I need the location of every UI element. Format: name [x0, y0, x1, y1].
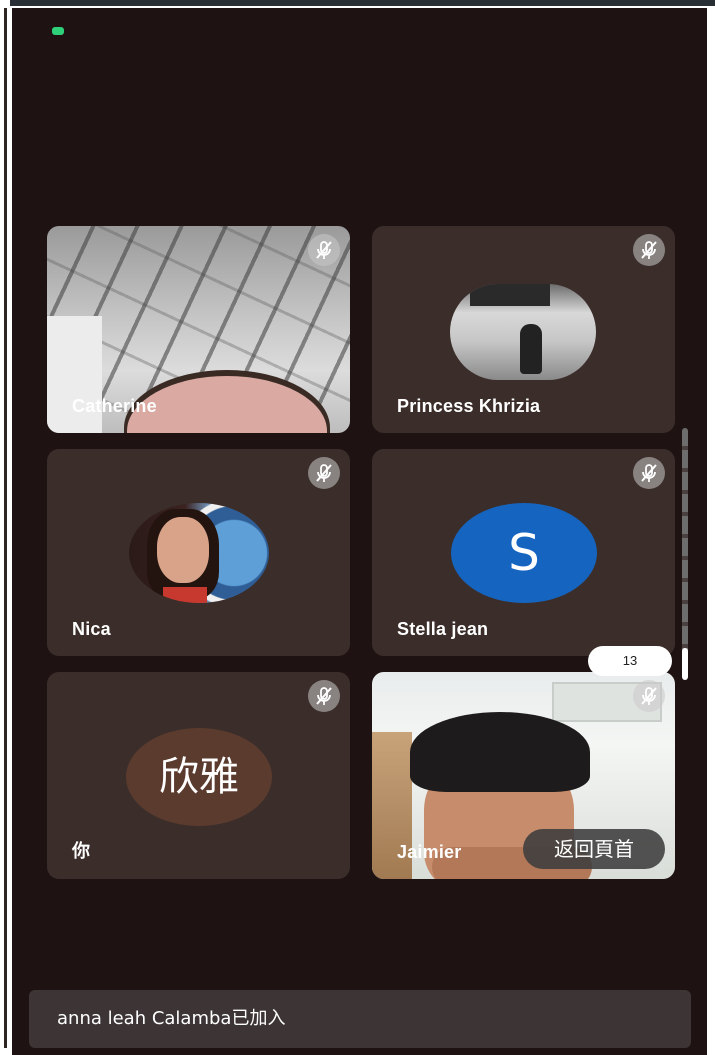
- avatar-shirt: [163, 587, 207, 603]
- participant-name: Princess Khrizia: [397, 396, 541, 416]
- participant-name: Nica: [72, 619, 111, 639]
- mic-off-icon: [633, 457, 665, 489]
- meeting-screen: Catherine Princess Khrizia Nica S Stella…: [12, 8, 707, 1055]
- camera-in-use-indicator: [52, 27, 64, 35]
- participant-tile-stella-jean[interactable]: S Stella jean: [372, 449, 675, 656]
- page-counter-badge: 13: [588, 646, 672, 676]
- video-hair: [410, 712, 590, 792]
- mic-off-icon: [633, 680, 665, 712]
- scrollbar-thumb[interactable]: [682, 648, 688, 680]
- participant-tile-nica[interactable]: Nica: [47, 449, 350, 656]
- avatar-face: [157, 517, 209, 583]
- avatar: [450, 284, 596, 380]
- avatar: 欣雅: [126, 728, 272, 826]
- join-notification: anna leah Calamba已加入: [29, 990, 691, 1048]
- mic-off-icon: [633, 234, 665, 266]
- participant-name: 你: [72, 841, 91, 861]
- avatar: [129, 503, 269, 603]
- participant-tile-self[interactable]: 欣雅 你: [47, 672, 350, 879]
- participant-tile-catherine[interactable]: Catherine: [47, 226, 350, 433]
- video-face: [127, 376, 327, 433]
- participant-tile-jaimier[interactable]: Jaimier 返回頁首: [372, 672, 675, 879]
- mic-off-icon: [308, 234, 340, 266]
- mic-off-icon: [308, 457, 340, 489]
- avatar-photo-detail: [470, 284, 550, 306]
- window-left-border: [4, 8, 7, 1048]
- window-left-edge: [0, 0, 10, 1055]
- participant-name: Catherine: [72, 396, 157, 416]
- scrollbar-track[interactable]: [682, 428, 688, 678]
- participant-tile-princess-khrizia[interactable]: Princess Khrizia: [372, 226, 675, 433]
- avatar: S: [451, 503, 597, 603]
- mic-off-icon: [308, 680, 340, 712]
- back-to-top-button[interactable]: 返回頁首: [523, 829, 665, 869]
- participant-name: Jaimier: [397, 842, 462, 862]
- participant-name: Stella jean: [397, 619, 489, 639]
- window-top-edge: [0, 0, 715, 6]
- avatar-photo-person: [520, 324, 542, 374]
